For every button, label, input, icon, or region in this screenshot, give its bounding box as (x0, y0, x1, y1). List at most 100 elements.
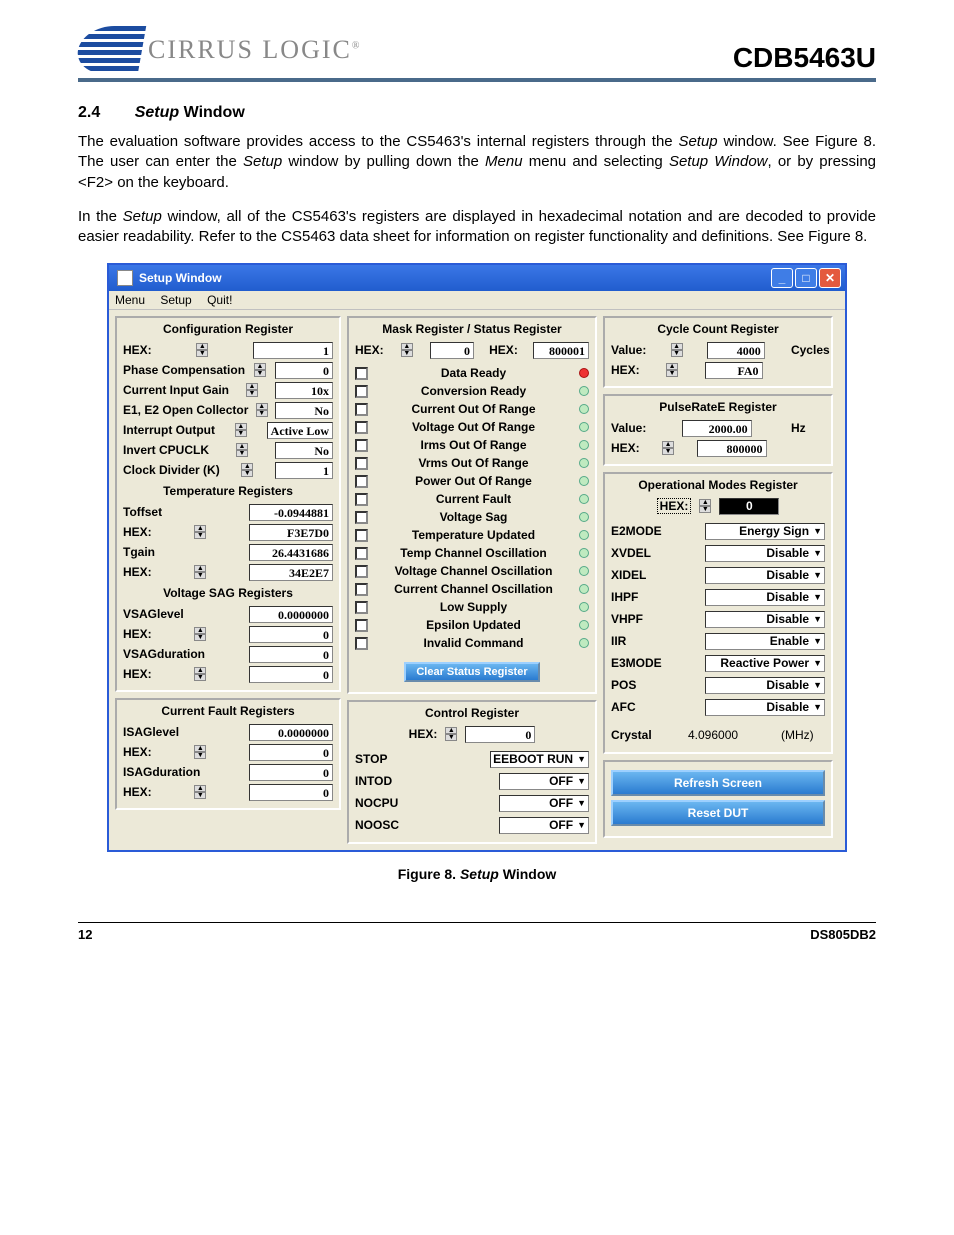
spinner-icon[interactable]: ▲▼ (196, 343, 208, 357)
maximize-button[interactable]: □ (795, 268, 817, 288)
spinner-icon[interactable]: ▲▼ (235, 423, 247, 437)
spinner-icon[interactable]: ▲▼ (256, 403, 268, 417)
mask-item-label: Voltage Sag (374, 510, 573, 524)
reg-row-input[interactable]: 0 (249, 646, 333, 663)
refresh-screen-button[interactable]: Refresh Screen (611, 770, 825, 796)
spinner-icon[interactable]: ▲▼ (254, 363, 266, 377)
spinner-icon[interactable]: ▲▼ (194, 785, 206, 799)
config-row-input[interactable]: No (275, 402, 333, 419)
reg-row-input[interactable]: 34E2E7 (249, 564, 333, 581)
figure-caption: Figure 8. Setup Window (78, 866, 876, 882)
chevron-down-icon: ▼ (813, 702, 822, 712)
opmode-row-select[interactable]: Disable▼ (705, 611, 825, 628)
reg-row-input[interactable]: -0.0944881 (249, 504, 333, 521)
mask-checkbox[interactable] (355, 583, 368, 596)
spinner-icon[interactable]: ▲▼ (236, 443, 248, 457)
reg-row-input[interactable]: F3E7D0 (249, 524, 333, 541)
mask-checkbox[interactable] (355, 367, 368, 380)
mask-checkbox[interactable] (355, 475, 368, 488)
status-indicator-icon (579, 386, 589, 396)
status-indicator-icon (579, 530, 589, 540)
spinner-icon[interactable]: ▲▼ (662, 441, 674, 455)
spinner-icon[interactable]: ▲▼ (194, 525, 206, 539)
spinner-icon[interactable]: ▲▼ (194, 667, 206, 681)
clear-status-button[interactable]: Clear Status Register (404, 662, 539, 682)
opmode-row-select[interactable]: Disable▼ (705, 567, 825, 584)
config-row-input[interactable]: 0 (275, 362, 333, 379)
config-hex-input[interactable]: 1 (253, 342, 333, 359)
mask-item-label: Vrms Out Of Range (374, 456, 573, 470)
crystal-input[interactable]: 4.096000 (688, 728, 764, 742)
mask-hex1-input[interactable]: 0 (430, 342, 474, 359)
mask-item-label: Conversion Ready (374, 384, 573, 398)
opmodes-hex-input[interactable]: 0 (719, 498, 779, 515)
control-row-select[interactable]: OFF▼ (499, 773, 589, 790)
spinner-icon[interactable]: ▲▼ (194, 627, 206, 641)
control-row-label: STOP (355, 752, 415, 766)
mask-checkbox[interactable] (355, 637, 368, 650)
page-number: 12 (78, 927, 92, 942)
menu-setup[interactable]: Setup (160, 293, 191, 307)
control-row-select[interactable]: OFF▼ (499, 817, 589, 834)
mask-checkbox[interactable] (355, 565, 368, 578)
spinner-icon[interactable]: ▲▼ (699, 499, 711, 513)
menu-quit[interactable]: Quit! (207, 293, 232, 307)
spinner-icon[interactable]: ▲▼ (194, 745, 206, 759)
reg-row-input[interactable]: 0 (249, 764, 333, 781)
pulse-hex-input[interactable]: 800000 (697, 440, 767, 457)
status-indicator-icon (579, 620, 589, 630)
spinner-icon[interactable]: ▲▼ (246, 383, 258, 397)
chevron-down-icon: ▼ (813, 636, 822, 646)
cycle-value-input[interactable]: 4000 (707, 342, 765, 359)
mask-checkbox[interactable] (355, 529, 368, 542)
reg-row-input[interactable]: 0 (249, 784, 333, 801)
mask-checkbox[interactable] (355, 421, 368, 434)
reg-row-input[interactable]: 0.0000000 (249, 606, 333, 623)
pulse-value-input[interactable]: 2000.00 (682, 420, 752, 437)
reg-row-input[interactable]: 0 (249, 666, 333, 683)
reg-row-input[interactable]: 0.0000000 (249, 724, 333, 741)
close-button[interactable]: ✕ (819, 268, 841, 288)
config-row-input[interactable]: 10x (275, 382, 333, 399)
mask-hex2-input[interactable]: 800001 (533, 342, 589, 359)
mask-checkbox[interactable] (355, 547, 368, 560)
opmode-row-select[interactable]: Disable▼ (705, 677, 825, 694)
config-row-input[interactable]: No (275, 442, 333, 459)
menu-menu[interactable]: Menu (115, 293, 145, 307)
reg-row-input[interactable]: 0 (249, 626, 333, 643)
mask-checkbox[interactable] (355, 403, 368, 416)
cycle-hex-input[interactable]: FA0 (705, 362, 763, 379)
mask-checkbox[interactable] (355, 439, 368, 452)
opmode-row-select[interactable]: Enable▼ (705, 633, 825, 650)
reset-dut-button[interactable]: Reset DUT (611, 800, 825, 826)
spinner-icon[interactable]: ▲▼ (401, 343, 413, 357)
reg-row-input[interactable]: 0 (249, 744, 333, 761)
section-heading: 2.4 Setup Window (78, 104, 876, 122)
window-titlebar[interactable]: Setup Window _ □ ✕ (109, 265, 845, 291)
mask-checkbox[interactable] (355, 619, 368, 632)
mask-checkbox[interactable] (355, 601, 368, 614)
mask-checkbox[interactable] (355, 493, 368, 506)
control-row-select[interactable]: OFF▼ (499, 795, 589, 812)
config-row-input[interactable]: Active Low (267, 422, 333, 439)
status-indicator-icon (579, 638, 589, 648)
opmode-row-select[interactable]: Energy Sign▼ (705, 523, 825, 540)
opmode-row-select[interactable]: Disable▼ (705, 589, 825, 606)
opmode-row-select[interactable]: Reactive Power▼ (705, 655, 825, 672)
config-row-input[interactable]: 1 (275, 462, 333, 479)
minimize-button[interactable]: _ (771, 268, 793, 288)
opmode-row-select[interactable]: Disable▼ (705, 699, 825, 716)
spinner-icon[interactable]: ▲▼ (241, 463, 253, 477)
reg-row-input[interactable]: 26.4431686 (249, 544, 333, 561)
control-hex-input[interactable]: 0 (465, 726, 535, 743)
reg-row-label: HEX: (123, 785, 152, 799)
spinner-icon[interactable]: ▲▼ (194, 565, 206, 579)
mask-checkbox[interactable] (355, 457, 368, 470)
spinner-icon[interactable]: ▲▼ (666, 363, 678, 377)
spinner-icon[interactable]: ▲▼ (445, 727, 457, 741)
mask-checkbox[interactable] (355, 385, 368, 398)
mask-checkbox[interactable] (355, 511, 368, 524)
control-row-select[interactable]: EEBOOT RUN▼ (490, 751, 589, 768)
opmode-row-select[interactable]: Disable▼ (705, 545, 825, 562)
spinner-icon[interactable]: ▲▼ (671, 343, 683, 357)
